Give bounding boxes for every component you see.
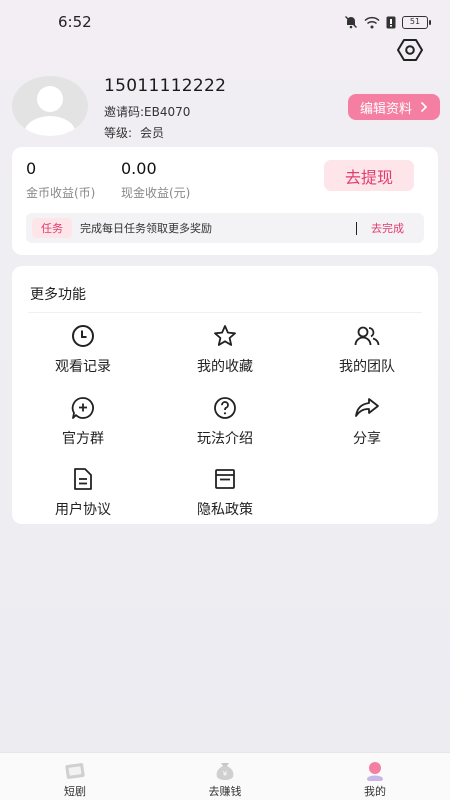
profile-header: 15011112222 邀请码:EB4070 等级: 会员 编辑资料: [12, 70, 442, 142]
level-value: 会员: [140, 126, 165, 140]
avatar[interactable]: [12, 76, 88, 136]
feature-label: 隐私政策: [197, 502, 253, 518]
level-label: 等级:: [104, 126, 133, 140]
feature-label: 分享: [353, 431, 381, 447]
share-icon: [354, 395, 380, 421]
feature-label: 我的收藏: [197, 359, 253, 375]
task-complete-link[interactable]: 去完成: [371, 220, 404, 236]
svg-text:¥: ¥: [223, 770, 228, 778]
money-bag-icon: ¥: [213, 761, 237, 781]
feature-label: 我的团队: [339, 359, 395, 375]
coin-earnings-label: 金币收益(币): [26, 186, 96, 200]
tab-mine[interactable]: 我的: [300, 753, 450, 800]
feature-privacy-policy[interactable]: 隐私政策: [154, 466, 296, 526]
help-icon: [212, 395, 238, 421]
more-features-card: 更多功能 观看记录 我的收藏 我的团队 官方群 玩法介绍 分享 用户协议 隐私政…: [12, 266, 438, 524]
cash-earnings-value: 0.00: [121, 159, 157, 178]
document-icon: [70, 466, 96, 492]
star-icon: [212, 323, 238, 349]
default-avatar-icon: [24, 86, 76, 136]
cash-earnings[interactable]: 0.00 现金收益(元): [121, 159, 190, 201]
invite-code: 邀请码:EB4070: [104, 105, 191, 119]
coin-earnings-value: 0: [26, 159, 37, 178]
feature-label: 官方群: [62, 431, 104, 447]
settings-button[interactable]: [396, 36, 424, 64]
coin-earnings[interactable]: 0 金币收益(币): [26, 159, 95, 201]
task-text: 完成每日任务领取更多奖励: [80, 222, 212, 235]
settings-icon: [397, 39, 423, 61]
feature-label: 玩法介绍: [197, 431, 253, 447]
task-tag: 任务: [32, 218, 72, 238]
wifi-icon: [364, 16, 380, 28]
features-title: 更多功能: [30, 287, 86, 303]
cash-earnings-label: 现金收益(元): [121, 186, 191, 200]
team-icon: [354, 323, 380, 349]
feature-watch-history[interactable]: 观看记录: [12, 323, 154, 383]
status-icons: 51: [344, 15, 431, 29]
tab-drama[interactable]: 短剧: [0, 753, 150, 800]
chat-add-icon: [70, 395, 96, 421]
battery-indicator: 51: [402, 15, 431, 29]
daily-task-banner[interactable]: 任务 完成每日任务领取更多奖励 去完成: [26, 213, 424, 243]
mute-bell-icon: [345, 16, 357, 29]
divider: [28, 312, 422, 313]
feature-my-team[interactable]: 我的团队: [296, 323, 438, 383]
user-level: 等级: 会员: [104, 124, 164, 141]
tab-label: 短剧: [64, 785, 86, 798]
edit-profile-label: 编辑资料: [359, 101, 412, 117]
task-divider: [355, 221, 357, 235]
user-phone: 15011112222: [104, 76, 227, 96]
feature-share[interactable]: 分享: [296, 395, 438, 455]
tab-label: 我的: [364, 785, 386, 798]
edit-profile-button[interactable]: 编辑资料: [347, 94, 440, 120]
feature-user-agreement[interactable]: 用户协议: [12, 466, 154, 526]
status-bar: 6:52 51: [0, 0, 450, 44]
profile-icon: [363, 761, 387, 781]
tab-earn-money[interactable]: ¥ 去赚钱: [150, 753, 300, 800]
feature-gameplay-intro[interactable]: 玩法介绍: [154, 395, 296, 455]
feature-official-group[interactable]: 官方群: [12, 395, 154, 455]
clock-icon: [70, 323, 96, 349]
sim-icon: [386, 16, 396, 28]
earnings-card: 0 金币收益(币) 0.00 现金收益(元) 去提现 任务 完成每日任务领取更多…: [12, 147, 438, 255]
withdraw-button[interactable]: 去提现: [324, 160, 414, 191]
feature-favorites[interactable]: 我的收藏: [154, 323, 296, 383]
tab-label: 去赚钱: [208, 785, 242, 798]
drama-icon: [63, 761, 87, 781]
feature-label: 观看记录: [55, 359, 111, 375]
feature-label: 用户协议: [55, 502, 111, 518]
chevron-right-icon: [420, 101, 428, 113]
bottom-tab-bar: 短剧 ¥ 去赚钱 我的: [0, 752, 450, 800]
policy-icon: [212, 466, 238, 492]
status-time: 6:52: [58, 13, 92, 31]
